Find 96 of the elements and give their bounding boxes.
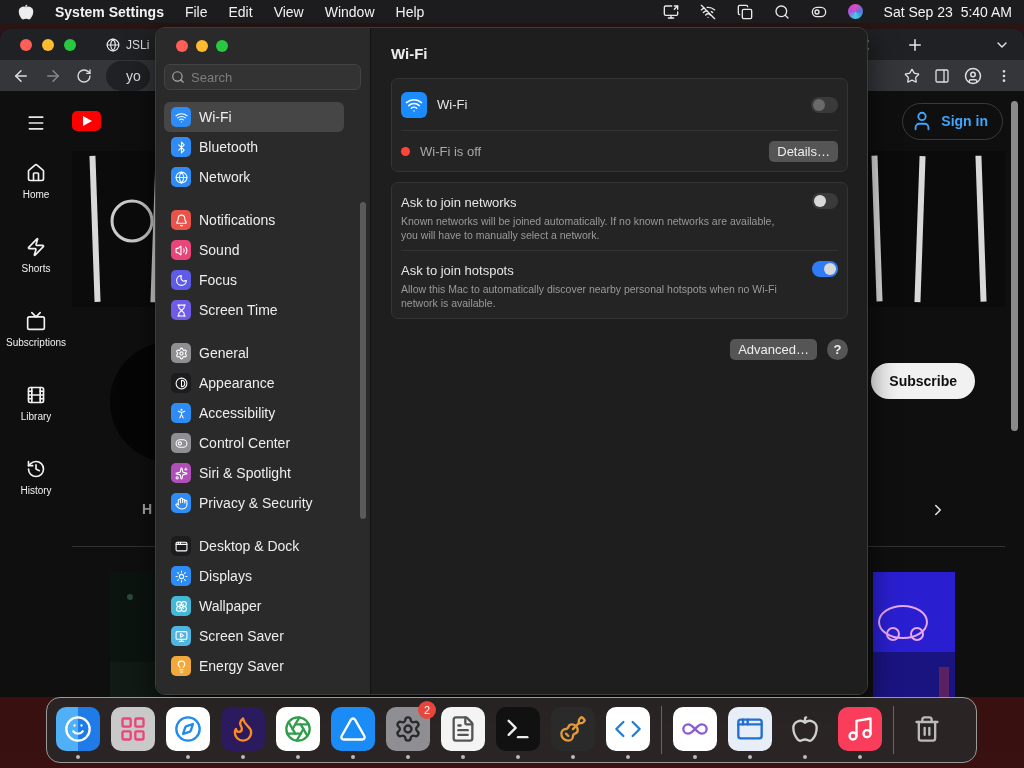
dock-app-button[interactable] — [441, 707, 485, 751]
subscribe-button[interactable]: Subscribe — [871, 363, 975, 399]
search-field[interactable]: Search — [164, 64, 361, 90]
wifi-icon — [401, 91, 427, 118]
toggle-switch[interactable] — [811, 193, 838, 209]
guitar-icon — [559, 715, 587, 743]
sidebar-item[interactable]: Control Center — [164, 428, 344, 458]
nav-item[interactable]: Shorts — [21, 227, 51, 301]
grid-icon — [119, 715, 147, 743]
scrollbar[interactable] — [360, 202, 366, 519]
film-icon — [26, 385, 46, 405]
sidebar-item[interactable]: Appearance — [164, 368, 344, 398]
sidebar-item[interactable]: Network — [164, 162, 344, 192]
gear-icon — [394, 715, 422, 743]
smiley-icon — [64, 715, 92, 743]
channel-tab[interactable]: H — [142, 501, 153, 517]
trash-icon — [913, 715, 941, 743]
dock-app-button[interactable] — [728, 707, 772, 751]
dock-app-button[interactable] — [673, 707, 717, 751]
sidebar-item[interactable]: Siri & Spotlight — [164, 458, 344, 488]
menu-item[interactable]: File — [184, 3, 208, 20]
clock[interactable]: Sat Sep 23 5:40 AM — [883, 3, 1012, 20]
dock-app-button[interactable] — [56, 707, 100, 751]
dock-app-button[interactable] — [496, 707, 540, 751]
wifi-off-icon[interactable] — [699, 3, 716, 20]
sidebar-item[interactable]: Displays — [164, 561, 344, 591]
sidebar-item[interactable]: Wallpaper — [164, 591, 344, 621]
bolt-icon — [26, 237, 46, 257]
play-logo-icon[interactable] — [72, 111, 101, 131]
wifi-card: Wi-Fi Wi-Fi is off Details… — [391, 78, 848, 172]
sidebar-item[interactable]: General — [164, 338, 344, 368]
orb-icon[interactable] — [847, 4, 863, 19]
dock-app-button[interactable] — [331, 707, 375, 751]
profile-icon[interactable] — [964, 66, 982, 85]
sidebar-item[interactable]: Desktop & Dock — [164, 531, 344, 561]
windows-icon[interactable] — [736, 3, 753, 20]
pane-title: Wi-Fi — [391, 43, 429, 64]
dock-app-button[interactable] — [551, 707, 595, 751]
nav-item[interactable]: History — [20, 449, 52, 523]
dock-app-button[interactable] — [111, 707, 155, 751]
reload-icon[interactable] — [76, 67, 92, 84]
dock-app-button[interactable] — [606, 707, 650, 751]
tab-title[interactable]: JSLi — [126, 37, 150, 52]
sidebar-item[interactable]: Privacy & Security — [164, 488, 344, 518]
menu-item[interactable]: Help — [395, 3, 425, 20]
history-icon — [26, 459, 46, 479]
nav-item[interactable]: Home — [22, 153, 50, 227]
sidebar-item[interactable]: Notifications — [164, 205, 344, 235]
dock-app-button[interactable] — [166, 707, 210, 751]
apple-icon — [791, 715, 819, 743]
sidebar-item[interactable]: Wi-Fi — [164, 102, 344, 132]
nav-item[interactable]: Library — [20, 375, 52, 449]
star-icon[interactable] — [904, 67, 920, 84]
triangle-icon — [339, 715, 367, 743]
screen-share-icon[interactable] — [662, 3, 679, 20]
menu-icon[interactable] — [26, 113, 46, 133]
options-card: Ask to join networks Known networks will be joined automatically. If no known networks are available, you will have to manually select a network. Ask to join hotspots Allow this Mac to automatically discover nearby personal hotspots when no Wi-Fi network is available. — [391, 182, 848, 319]
dock-app-button[interactable] — [276, 707, 320, 751]
aperture-icon — [284, 715, 312, 743]
nav-item[interactable]: Subscriptions — [6, 301, 66, 375]
menu-item[interactable]: View — [273, 3, 304, 20]
advanced-button[interactable]: Advanced… — [730, 339, 817, 360]
sidebar-item[interactable]: Energy Saver — [164, 651, 344, 681]
search-icon[interactable] — [773, 3, 790, 20]
menu-item[interactable]: Edit — [228, 3, 253, 20]
notification-badge: 2 — [418, 701, 436, 719]
compass-icon — [174, 715, 202, 743]
details-button[interactable]: Details… — [769, 140, 838, 162]
zoom-button[interactable] — [64, 38, 76, 51]
apple-icon[interactable] — [18, 3, 34, 20]
globe-icon — [106, 37, 120, 52]
sidebar-item[interactable]: Screen Time — [164, 295, 344, 325]
toggle-switch[interactable] — [811, 96, 838, 113]
sidebar-item[interactable]: Screen Saver — [164, 621, 344, 651]
minimize-button[interactable] — [196, 40, 208, 52]
help-button[interactable]: ? — [827, 339, 848, 360]
menu-item[interactable]: Window — [324, 3, 375, 20]
address-bar[interactable]: yo — [106, 60, 150, 91]
status-dot — [401, 146, 410, 156]
minimize-button[interactable] — [42, 38, 54, 51]
side-panel-icon[interactable] — [934, 67, 950, 84]
music-note-icon — [846, 715, 874, 743]
sidebar-item[interactable]: Focus — [164, 265, 344, 295]
dock-app-button[interactable] — [838, 707, 882, 751]
close-button[interactable] — [176, 40, 188, 52]
zoom-button[interactable] — [216, 40, 228, 52]
toggle-switch[interactable] — [811, 261, 838, 277]
app-menu[interactable]: System Settings — [55, 3, 164, 20]
dock-app-button[interactable] — [221, 707, 265, 751]
home-icon — [26, 163, 46, 183]
sidebar-item[interactable]: Bluetooth — [164, 132, 344, 162]
scrollbar[interactable] — [1011, 101, 1018, 431]
sidebar-item[interactable]: Sound — [164, 235, 344, 265]
close-button[interactable] — [20, 38, 32, 51]
sidebar-item[interactable]: Accessibility — [164, 398, 344, 428]
tv-icon — [26, 311, 46, 331]
